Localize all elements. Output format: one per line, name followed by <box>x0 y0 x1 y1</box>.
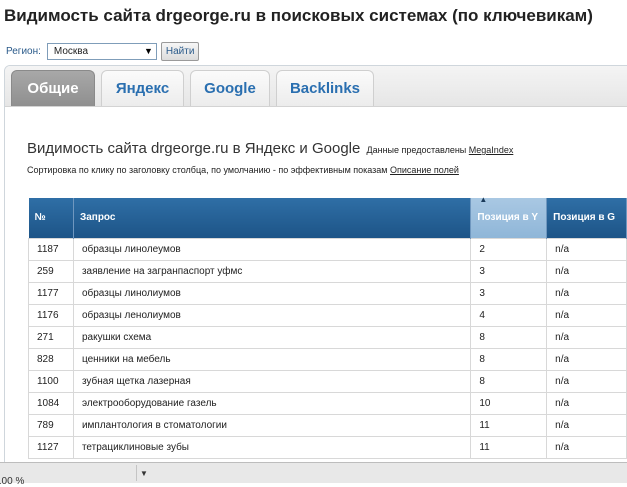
column-header-query[interactable]: Запрос <box>73 198 472 238</box>
cell-query: образцы линолиумов <box>72 281 472 305</box>
cell-query: электрооборудование газель <box>72 391 472 415</box>
cell-position-yandex: 11 <box>470 413 548 437</box>
sort-ascending-icon: ▲ <box>479 195 488 204</box>
chevron-down-icon[interactable]: ▼ <box>136 465 151 481</box>
cell-position-google: n/a <box>546 259 627 283</box>
cell-position-google: n/a <box>546 237 627 261</box>
table-row: 1177 образцы линолиумов 3 n/a <box>28 281 627 305</box>
megaindex-link[interactable]: MegaIndex <box>469 145 514 155</box>
cell-position-yandex: 8 <box>470 369 548 393</box>
column-header-position-yandex[interactable]: ▲ Позиция в Y <box>470 195 548 238</box>
cell-query: имплантология в стоматологии <box>72 413 472 437</box>
cell-position-yandex: 8 <box>470 325 548 349</box>
sort-note: Сортировка по клику по заголовку столбца… <box>27 165 459 175</box>
cell-number: 1187 <box>28 237 74 261</box>
cell-position-yandex: 10 <box>470 391 548 415</box>
region-label: Регион: <box>6 45 41 57</box>
column-header-position-google[interactable]: Позиция в G <box>546 198 627 238</box>
table-row: 1176 образцы ленолиумов 4 n/a <box>28 303 627 327</box>
tab-backlinks[interactable]: Backlinks <box>276 70 374 106</box>
table-header-row: № Запрос ▲ Позиция в Y Позиция в G <box>28 195 627 238</box>
cell-query: зубная щетка лазерная <box>72 369 472 393</box>
sort-note-text: Сортировка по клику по заголовку столбца… <box>27 165 388 175</box>
data-source: Данные предоставлены MegaIndex <box>367 145 514 155</box>
cell-number: 1084 <box>28 391 74 415</box>
tab-yandex[interactable]: Яндекс <box>101 70 184 106</box>
find-button[interactable]: Найти <box>160 41 200 61</box>
cell-number: 259 <box>28 259 74 283</box>
cell-number: 1127 <box>28 435 74 459</box>
column-header-number[interactable]: № <box>28 198 74 238</box>
cell-position-yandex: 2 <box>470 237 548 261</box>
cell-position-google: n/a <box>546 369 627 393</box>
section-title-text: Видимость сайта drgeorge.ru в Яндекс и G… <box>27 140 361 157</box>
cell-position-yandex: 3 <box>470 259 548 283</box>
cell-query: образцы ленолиумов <box>72 303 472 327</box>
cell-position-yandex: 8 <box>470 347 548 371</box>
table-row: 271 ракушки схема 8 n/a <box>28 325 627 349</box>
cell-query: ракушки схема <box>72 325 472 349</box>
cell-position-google: n/a <box>546 303 627 327</box>
cell-query: образцы линолеумов <box>72 237 472 261</box>
cell-number: 1177 <box>28 281 74 305</box>
section-title: Видимость сайта drgeorge.ru в Яндекс и G… <box>27 140 513 157</box>
cell-number: 828 <box>28 347 74 371</box>
cell-position-google: n/a <box>546 435 627 459</box>
keywords-table: № Запрос ▲ Позиция в Y Позиция в G 1187 … <box>28 195 627 459</box>
table-row: 1084 электрооборудование газель 10 n/a <box>28 391 627 415</box>
fields-description-link[interactable]: Описание полей <box>390 165 459 175</box>
browser-status-bar: 100 % ▼ <box>0 462 627 487</box>
cell-query: ценники на мебель <box>72 347 472 371</box>
cell-position-google: n/a <box>546 413 627 437</box>
cell-position-google: n/a <box>546 347 627 371</box>
table-row: 828 ценники на мебель 8 n/a <box>28 347 627 371</box>
region-selected-value: Москва <box>53 45 89 57</box>
table-row: 1100 зубная щетка лазерная 8 n/a <box>28 369 627 393</box>
cell-query: заявление на загранпаспорт уфмс <box>72 259 472 283</box>
cell-position-google: n/a <box>546 391 627 415</box>
tab-bar: Общие Яндекс Google Backlinks <box>5 66 627 107</box>
column-header-position-yandex-label: Позиция в Y <box>477 212 539 224</box>
table-row: 259 заявление на загранпаспорт уфмс 3 n/… <box>28 259 627 283</box>
cell-position-yandex: 4 <box>470 303 548 327</box>
region-filter: Регион: Москва ▼ Найти <box>6 41 200 61</box>
cell-number: 1100 <box>28 369 74 393</box>
data-source-prefix: Данные предоставлены <box>366 145 467 155</box>
cell-number: 1176 <box>28 303 74 327</box>
tab-google[interactable]: Google <box>190 70 270 106</box>
cell-number: 271 <box>28 325 74 349</box>
region-select[interactable]: Москва ▼ <box>46 42 157 60</box>
cell-query: тетрациклиновые зубы <box>72 435 472 459</box>
cell-position-google: n/a <box>546 281 627 305</box>
page-title: Видимость сайта drgeorge.ru в поисковых … <box>4 6 593 25</box>
cell-position-yandex: 11 <box>470 435 548 459</box>
cell-position-yandex: 3 <box>470 281 548 305</box>
table-row: 1127 тетрациклиновые зубы 11 n/a <box>28 435 627 459</box>
table-row: 789 имплантология в стоматологии 11 n/a <box>28 413 627 437</box>
cell-number: 789 <box>28 413 74 437</box>
cell-position-google: n/a <box>546 325 627 349</box>
tab-general[interactable]: Общие <box>11 70 95 106</box>
chevron-down-icon: ▼ <box>143 46 153 56</box>
table-row: 1187 образцы линолеумов 2 n/a <box>28 237 627 261</box>
